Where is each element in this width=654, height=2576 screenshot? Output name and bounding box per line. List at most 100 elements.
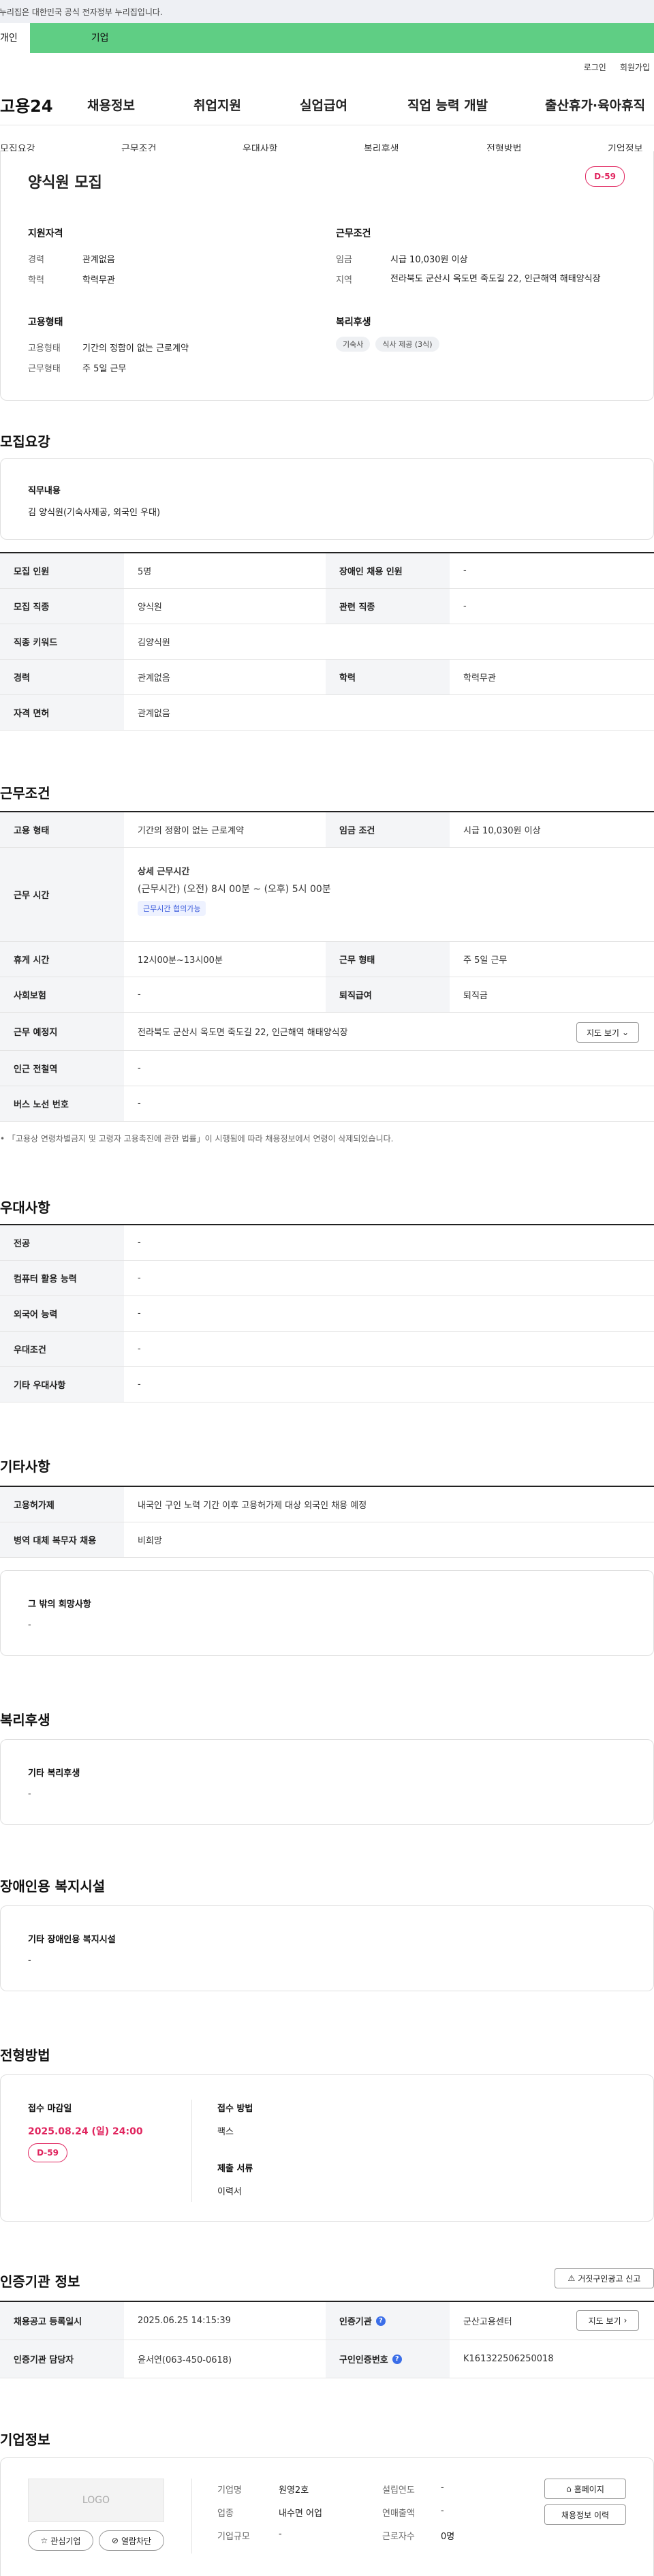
td: 5명 — [138, 567, 152, 577]
td: 퇴직금 — [463, 991, 488, 1001]
emp-value: 0명 — [441, 2532, 455, 2542]
table-row: 인증기관 담당자 윤서연(063-450-0618) 구인인증번호? K1613… — [0, 2340, 654, 2378]
nav-support[interactable]: 취업지원 — [193, 95, 241, 114]
th: 경력 — [0, 660, 124, 694]
cert-org-label-text: 인증기관 — [339, 2317, 372, 2327]
gov-banner: 이 누리집은 대한민국 공식 전자정부 누리집입니다. — [0, 0, 654, 23]
fav-label: 관심기업 — [50, 2536, 81, 2546]
nav-training[interactable]: 직업 능력 개발 — [407, 95, 488, 114]
tab-company[interactable]: 기업 — [30, 23, 129, 53]
age-note-text: 「고용상 연령차별금지 및 고령자 고용촉진에 관한 법률」이 시행됨에 따라 … — [7, 1134, 394, 1144]
th: 인증기관 담당자 — [0, 2340, 124, 2378]
edu-label: 학력 — [28, 275, 44, 286]
td: - — [138, 1238, 141, 1248]
td: - — [138, 1308, 141, 1319]
login-link[interactable]: 로그인 — [584, 61, 606, 73]
alert-icon: ⚠ — [567, 2273, 576, 2283]
info-icon[interactable]: ? — [392, 2354, 402, 2364]
td: - — [138, 1379, 141, 1390]
report-button[interactable]: ⚠ 거짓구인광고 신고 — [555, 2268, 654, 2288]
name-value: 원영2호 — [279, 2485, 309, 2496]
eform-value: 주 5일 근무 — [82, 364, 127, 374]
wage-label: 임금 — [336, 255, 352, 265]
td: 비희망 — [138, 1536, 162, 1546]
work-map-button[interactable]: 지도 보기 ⌄ — [576, 1022, 639, 1043]
nav-unemployment[interactable]: 실업급여 — [300, 95, 347, 114]
table-row: 외국어 능력 - — [0, 1296, 654, 1332]
eform-label: 근무형태 — [28, 364, 61, 374]
nav-jobs[interactable]: 채용정보 — [87, 95, 135, 114]
th: 근무 형태 — [326, 942, 450, 977]
homepage-label: 홈페이지 — [574, 2484, 604, 2494]
cert-map-button[interactable]: 지도 보기 › — [576, 2310, 639, 2331]
job-history-button[interactable]: 채용정보 이력 — [544, 2504, 626, 2525]
disab-box-value: - — [28, 1955, 31, 1965]
td: 학력무관 — [463, 673, 496, 684]
etc-box-value: - — [28, 1620, 31, 1630]
year-value: - — [441, 2483, 444, 2493]
method-value: 팩스 — [217, 2127, 234, 2137]
size-value: - — [279, 2529, 282, 2539]
career-label: 경력 — [28, 255, 44, 265]
welfare-tags: 기숙사 식사 제공 (3식) — [336, 337, 445, 352]
career-value: 관계없음 — [82, 255, 115, 265]
td: 윤서연(063-450-0618) — [138, 2355, 232, 2365]
welfare-tag: 식사 제공 (3식) — [375, 337, 439, 352]
size-label: 기업규모 — [217, 2532, 250, 2542]
td: 2025.06.25 14:15:39 — [138, 2316, 231, 2326]
company-logo: LOGO — [28, 2479, 164, 2522]
tab-personal[interactable]: 개인 — [0, 23, 30, 53]
cert-num-label-text: 구인인증번호 — [339, 2355, 388, 2365]
method-label: 접수 방법 — [217, 2104, 253, 2114]
th: 사회보험 — [0, 977, 124, 1012]
docs-value: 이력서 — [217, 2187, 242, 2197]
disab-box-title: 기타 장애인용 복지시설 — [28, 1935, 116, 1945]
table-row: 인근 전철역 - — [0, 1051, 654, 1086]
job-desc-value: 김 양식원(기숙사제공, 외국인 우대) — [28, 508, 161, 518]
table-row: 경력 관계없음 학력 학력무관 — [0, 660, 654, 695]
block-label: 열람차단 — [121, 2536, 152, 2546]
table-row: 기타 우대사항 - — [0, 1367, 654, 1402]
homepage-button[interactable]: ⌂ 홈페이지 — [544, 2479, 626, 2499]
etype-value: 기간의 정함이 없는 근로계약 — [82, 343, 189, 354]
td: - — [463, 601, 467, 611]
th: 외국어 능력 — [0, 1296, 124, 1331]
join-link[interactable]: 회원가입 — [620, 61, 650, 73]
th: 장애인 채용 인원 — [326, 553, 450, 588]
table-row: 컴퓨터 활용 능력 - — [0, 1261, 654, 1296]
dday-badge: D-59 — [28, 2143, 67, 2162]
td: 김양식원 — [138, 638, 170, 648]
table-row: 고용 형태 기간의 정함이 없는 근로계약 임금 조건 시급 10,030원 이… — [0, 812, 654, 848]
table-row: 모집 인원 5명 장애인 채용 인원 - — [0, 553, 654, 589]
th: 고용 형태 — [0, 812, 124, 847]
welfare-tag: 기숙사 — [336, 337, 371, 352]
home-icon: ⌂ — [566, 2484, 572, 2494]
edu-value: 학력무관 — [82, 275, 115, 286]
table-row: 사회보험 - 퇴직급여 퇴직금 — [0, 977, 654, 1013]
etc-box-title: 그 밖의 희망사항 — [28, 1599, 91, 1610]
etc-box: 그 밖의 희망사항 - — [0, 1570, 654, 1656]
wage-value: 시급 10,030원 이상 — [390, 255, 468, 265]
th: 버스 노선 번호 — [0, 1086, 124, 1121]
th: 우대조건 — [0, 1332, 124, 1366]
job-desc-label: 직무내용 — [28, 486, 61, 496]
info-icon[interactable]: ? — [375, 2316, 386, 2326]
td: - — [138, 1099, 141, 1109]
th: 모집 직종 — [0, 589, 124, 624]
fav-company-button[interactable]: ☆ 관심기업 — [28, 2530, 93, 2551]
main-nav: 고용24 채용정보 취업지원 실업급여 직업 능력 개발 출산휴가·육아휴직 — [0, 85, 654, 125]
divider — [191, 2479, 192, 2554]
td: 시급 10,030원 이상 — [463, 826, 541, 836]
td: - — [138, 1344, 141, 1354]
company-card: LOGO ☆ 관심기업 ⊘ 열람차단 기업명 원영2호 업종 내수면 어업 기업규모… — [0, 2457, 654, 2576]
th: 학력 — [326, 660, 450, 694]
history-label: 채용정보 이력 — [561, 2510, 610, 2520]
block-company-button[interactable]: ⊘ 열람차단 — [99, 2530, 164, 2551]
divider — [191, 2100, 192, 2202]
chevron-down-icon: ⌄ — [621, 1028, 629, 1037]
chevron-right-icon: › — [623, 2316, 627, 2325]
nav-leave[interactable]: 출산휴가·육아휴직 — [545, 95, 645, 114]
brand-logo[interactable]: 고용24 — [0, 93, 87, 117]
deadline-label: 접수 마감일 — [28, 2104, 72, 2114]
work-heading: 근무조건 — [0, 785, 50, 801]
